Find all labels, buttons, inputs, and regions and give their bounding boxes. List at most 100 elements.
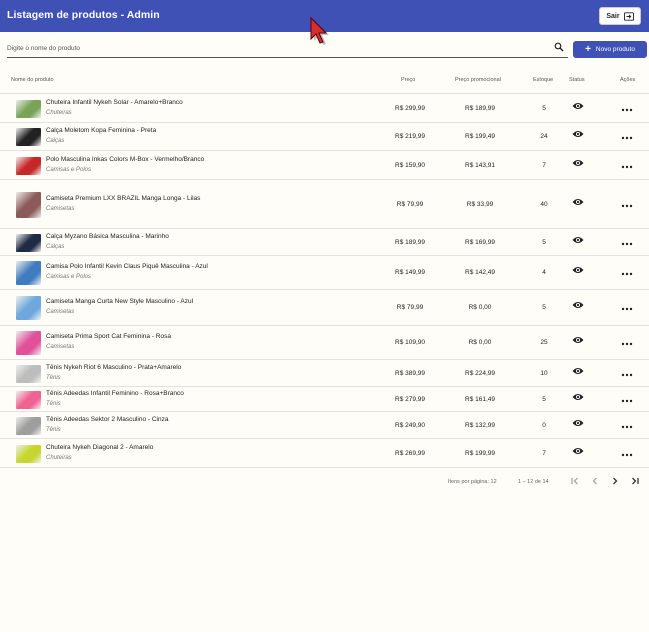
logout-label: Sair (606, 12, 620, 20)
more-actions-icon[interactable] (621, 453, 633, 457)
new-product-label: Novo produto (595, 46, 635, 53)
visibility-icon[interactable] (572, 236, 584, 244)
next-page-icon[interactable] (610, 476, 620, 486)
product-promo-price: R$ 161,49 (465, 395, 495, 403)
more-actions-icon[interactable] (621, 242, 633, 246)
product-category: Chuteiras (46, 110, 72, 116)
visibility-icon[interactable] (572, 301, 584, 309)
items-per-page-label: Itens por página: (448, 479, 489, 485)
product-price: R$ 249,90 (395, 421, 425, 429)
product-promo-price: R$ 199,99 (465, 449, 495, 457)
product-category: Tênis (46, 374, 61, 381)
product-stock: 7 (542, 449, 546, 457)
product-price: R$ 299,99 (395, 105, 425, 112)
logout-icon (623, 11, 634, 21)
table-row[interactable]: Tênis Adeedas Infantil Feminino - Rosa+B… (0, 387, 649, 412)
product-stock: 5 (542, 238, 546, 246)
product-thumbnail (16, 191, 41, 218)
product-thumbnail (16, 156, 41, 175)
product-category: Tênis (46, 400, 61, 407)
search-input[interactable]: Digite o nome do produto (7, 40, 568, 58)
product-category: Camisetas (46, 309, 75, 315)
paginator: Itens por página: 12 1 – 12 de 14 (0, 470, 649, 494)
more-actions-icon[interactable] (621, 108, 633, 112)
product-category: Calças (46, 138, 65, 144)
visibility-icon[interactable] (572, 447, 584, 455)
page-title: Listagem de produtos - Admin (7, 9, 160, 21)
more-actions-icon[interactable] (621, 165, 633, 169)
product-promo-price: R$ 0,00 (468, 304, 492, 311)
table-row[interactable]: Camisa Polo Infantil Kevin Claus Piquê M… (0, 256, 649, 290)
search-icon[interactable] (554, 42, 564, 52)
visibility-icon[interactable] (572, 130, 584, 138)
product-thumbnail (16, 390, 41, 409)
column-header-price[interactable]: Preço (401, 77, 415, 83)
product-category: Calças (46, 243, 65, 250)
new-product-button[interactable]: + Novo produto (573, 41, 647, 58)
product-thumbnail (16, 128, 41, 146)
product-price: R$ 79,99 (396, 304, 424, 311)
product-name: Calça Myzano Básica Masculina - Marinho (46, 232, 169, 240)
more-actions-icon[interactable] (621, 136, 633, 140)
more-actions-icon[interactable] (621, 425, 633, 429)
visibility-icon[interactable] (572, 102, 584, 110)
table-row[interactable]: Camiseta Manga Curta New Style Masculino… (0, 290, 649, 326)
table-row[interactable]: Camiseta Premium LXX BRAZIL Manga Longa … (0, 180, 649, 229)
visibility-icon[interactable] (572, 266, 584, 274)
table-row[interactable]: Calça Moletom Kopa Feminina - Preta Calç… (0, 123, 649, 151)
table-row[interactable]: Chuteira Nykeh Diagonal 2 - Amarelo Chut… (0, 439, 649, 468)
product-category: Camisas e Polos (46, 274, 92, 280)
product-stock: 25 (540, 339, 548, 346)
more-actions-icon[interactable] (621, 204, 633, 208)
more-actions-icon[interactable] (621, 272, 633, 276)
product-name: Polo Masculina Inkas Colors M-Box - Verm… (46, 155, 205, 163)
product-name: Calça Moletom Kopa Feminina - Preta (46, 127, 157, 134)
product-stock: 5 (542, 304, 546, 311)
logout-button[interactable]: Sair (599, 7, 641, 25)
product-thumbnail (16, 331, 41, 355)
product-thumbnail (16, 364, 41, 383)
more-actions-icon[interactable] (621, 307, 633, 311)
visibility-icon[interactable] (572, 419, 584, 427)
column-header-status[interactable]: Status (569, 77, 585, 83)
more-actions-icon[interactable] (621, 399, 633, 403)
table-row[interactable]: Calça Myzano Básica Masculina - Marinho … (0, 229, 649, 256)
product-name: Chuteira Nykeh Diagonal 2 - Amarelo (46, 443, 154, 451)
more-actions-icon[interactable] (621, 373, 633, 377)
product-promo-price: R$ 142,49 (465, 269, 495, 276)
items-per-page[interactable]: Itens por página: 12 (448, 479, 497, 485)
visibility-icon[interactable] (572, 393, 584, 401)
column-header-actions: Ações (620, 77, 636, 83)
previous-page-icon[interactable] (590, 476, 600, 486)
product-price: R$ 189,99 (395, 238, 425, 246)
visibility-icon[interactable] (572, 159, 584, 167)
product-stock: 0 (542, 421, 546, 429)
product-stock: 10 (540, 369, 548, 377)
table-row[interactable]: Tênis Nykeh Riot 6 Masculino - Prata+Ama… (0, 360, 649, 387)
table-row[interactable]: Polo Masculina Inkas Colors M-Box - Verm… (0, 151, 649, 180)
table-row[interactable]: Chuteira Infantil Nykeh Solar - Amarelo+… (0, 95, 649, 123)
product-thumbnail (16, 296, 41, 320)
product-promo-price: R$ 0,00 (468, 339, 492, 346)
column-header-promo[interactable]: Preço promocional (455, 77, 501, 83)
search-placeholder: Digite o nome do produto (7, 45, 80, 52)
table-row[interactable]: Tênis Adeedas Sektor 2 Masculino - Cinza… (0, 412, 649, 439)
product-stock: 4 (542, 269, 546, 276)
table-row[interactable]: Camiseta Prima Sport Cat Feminina - Rosa… (0, 326, 649, 360)
product-thumbnail (16, 416, 41, 435)
product-promo-price: R$ 143,91 (465, 161, 495, 169)
product-promo-price: R$ 224,99 (465, 369, 495, 377)
first-page-icon[interactable] (570, 476, 580, 486)
product-category: Camisas e Polos (46, 166, 92, 173)
product-category: Camisetas (46, 205, 75, 212)
visibility-icon[interactable] (572, 198, 584, 206)
column-header-stock[interactable]: Estoque (533, 77, 553, 83)
last-page-icon[interactable] (630, 476, 640, 486)
visibility-icon[interactable] (572, 336, 584, 344)
table-header: Nome do produto Preço Preço promocional … (0, 70, 649, 94)
more-actions-icon[interactable] (621, 342, 633, 346)
product-category: Camisetas (46, 344, 75, 350)
product-stock: 5 (542, 395, 546, 403)
visibility-icon[interactable] (572, 367, 584, 375)
column-header-name[interactable]: Nome do produto (11, 77, 54, 83)
